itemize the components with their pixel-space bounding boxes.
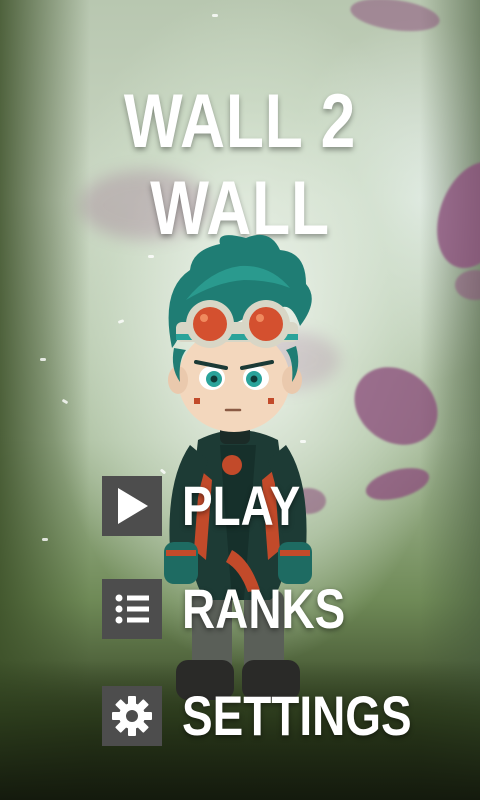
gear-icon[interactable] [102, 686, 162, 746]
hero-ear-right [282, 366, 302, 394]
list-icon[interactable] [102, 579, 162, 639]
play-label[interactable]: PLAY [182, 476, 300, 536]
ranks-label[interactable]: RANKS [182, 579, 345, 639]
play-triangle [118, 488, 148, 524]
gear-glyph [112, 696, 152, 736]
settings-label[interactable]: SETTINGS [182, 686, 412, 746]
list-glyph [115, 594, 149, 624]
hero-goggle-lens-left [193, 307, 227, 341]
play-button[interactable]: PLAY [102, 475, 326, 537]
settings-button[interactable]: SETTINGS [102, 685, 462, 747]
hero-goggle-shine-right [256, 314, 264, 322]
sparkle [212, 14, 218, 17]
hero-cheek-mark-left [194, 398, 200, 404]
hero-goggle-shine-left [200, 314, 208, 322]
ranks-button[interactable]: RANKS [102, 578, 381, 640]
play-icon[interactable] [102, 476, 162, 536]
hero-cheek-mark-right [268, 398, 274, 404]
hero-emblem [222, 455, 242, 475]
hero-pupil-right [250, 375, 258, 383]
sparkle [40, 358, 46, 361]
hero-glove-band-right [280, 550, 310, 556]
hero-glove-band-left [166, 550, 196, 556]
sparkle [42, 538, 48, 541]
game-title: WALL 2 WALL [123, 79, 357, 251]
hero-pupil-left [210, 375, 218, 383]
hero-goggle-lens-right [249, 307, 283, 341]
